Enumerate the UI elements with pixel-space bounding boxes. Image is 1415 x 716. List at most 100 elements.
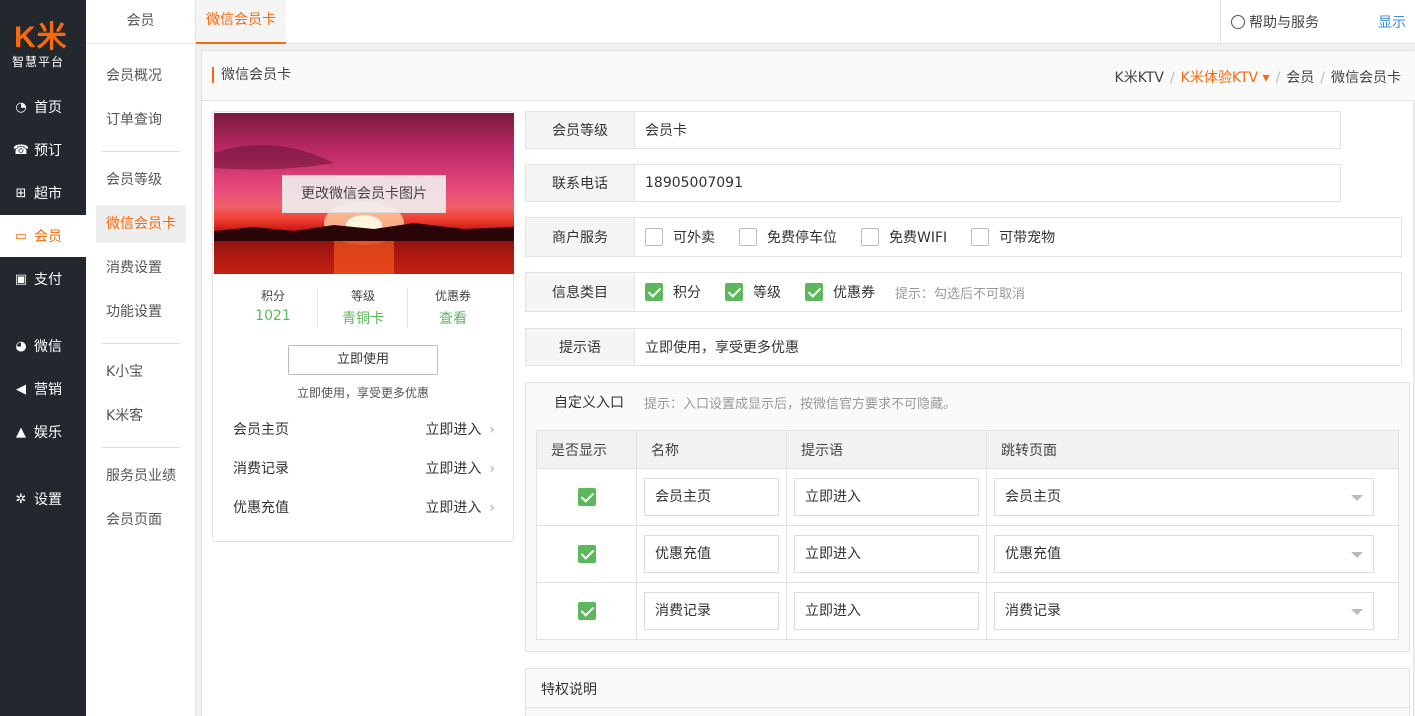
- subnav-item-staff-performance[interactable]: 服务员业绩: [96, 457, 186, 495]
- stat-label: 优惠券: [434, 289, 471, 303]
- change-card-image-button[interactable]: 更改微信会员卡图片: [282, 175, 446, 213]
- checkbox-label: 优惠券: [833, 285, 875, 301]
- stat-coupons[interactable]: 优惠券 查看: [408, 288, 498, 328]
- nav-label: 微信: [34, 339, 62, 355]
- select-value: 会员主页: [1005, 489, 1061, 505]
- phone-icon: ☎: [12, 142, 30, 158]
- nav-item-pay[interactable]: ▣ 支付: [0, 258, 86, 300]
- entry-name-input[interactable]: 优惠充值: [644, 535, 779, 573]
- caret-down-icon: ▾: [1262, 70, 1270, 86]
- use-now-button[interactable]: 立即使用: [288, 345, 438, 375]
- info-coupons[interactable]: 优惠券: [805, 282, 875, 302]
- entry-page-select[interactable]: 消费记录: [994, 592, 1374, 630]
- display-link[interactable]: 显示: [1378, 12, 1406, 32]
- subnav-item-kxiaobao[interactable]: K小宝: [96, 353, 186, 391]
- nav-item-member[interactable]: ▭ 会员: [0, 215, 86, 257]
- checkbox-checked[interactable]: [645, 283, 663, 301]
- subnav-header[interactable]: 会员: [86, 0, 195, 44]
- breadcrumb-item[interactable]: K米KTV: [1115, 70, 1164, 86]
- table-row: 消费记录 立即进入 消费记录: [536, 582, 1399, 640]
- checkbox[interactable]: [739, 228, 757, 246]
- nav-item-marketing[interactable]: ◀ 营销: [0, 368, 86, 410]
- checkbox-label: 等级: [753, 285, 781, 301]
- info-options: 积分 等级 优惠券 提示：勾选后不可取消: [635, 273, 1401, 311]
- card-link-recharge[interactable]: 优惠充值 立即进入 ›: [233, 492, 495, 522]
- entry-name-input[interactable]: 会员主页: [644, 478, 779, 516]
- card-link-label: 优惠充值: [233, 500, 289, 516]
- show-cell: [536, 582, 637, 640]
- checkbox[interactable]: [971, 228, 990, 246]
- breadcrumb-item[interactable]: 会员: [1286, 70, 1314, 86]
- subnav-item-features[interactable]: 功能设置: [96, 293, 186, 331]
- stat-level: 等级 青铜卡: [318, 288, 408, 328]
- subnav-item-levels[interactable]: 会员等级: [96, 161, 186, 199]
- entry-tip-input[interactable]: 立即进入: [794, 535, 979, 573]
- help-button[interactable]: 帮助与服务: [1220, 0, 1375, 44]
- subnav-item-kmike[interactable]: K米客: [96, 397, 186, 435]
- nav-label: 娱乐: [34, 425, 62, 441]
- show-checkbox[interactable]: [577, 545, 596, 563]
- subnav-item-overview[interactable]: 会员概况: [96, 57, 186, 95]
- card-preview: 更改微信会员卡图片 积分 1021 等级 青铜卡 优惠券查看 立即使用 立即使用，享…: [212, 111, 514, 542]
- nav-item-market[interactable]: ⊞ 超市: [0, 172, 86, 214]
- divider: [526, 707, 1411, 708]
- subnav-item-orders[interactable]: 订单查询: [96, 101, 186, 139]
- service-parking[interactable]: 免费停车位: [739, 227, 837, 247]
- card-cover-image: 更改微信会员卡图片: [214, 113, 514, 274]
- card-link-consumption[interactable]: 消费记录 立即进入 ›: [233, 453, 495, 483]
- member-level-field[interactable]: 会员卡: [635, 112, 1340, 148]
- breadcrumb-item: K米体验KTV: [1180, 70, 1259, 86]
- nav-item-entertainment[interactable]: ▲ 娱乐: [0, 411, 86, 453]
- checkbox-checked[interactable]: [725, 283, 743, 301]
- breadcrumb-store-dropdown[interactable]: K米体验KTV ▾: [1181, 70, 1270, 86]
- info-points[interactable]: 积分: [645, 282, 701, 302]
- entry-tip-input[interactable]: 立即进入: [794, 478, 979, 516]
- entry-name-input[interactable]: 消费记录: [644, 592, 779, 630]
- phone-field[interactable]: 18905007091: [635, 165, 1340, 201]
- subnav-item-wechat-card[interactable]: 微信会员卡: [96, 205, 186, 243]
- lock-icon: ▲: [16, 424, 26, 440]
- row-phone: 联系电话 18905007091: [525, 164, 1341, 202]
- checkbox[interactable]: [645, 228, 663, 246]
- row-tip: 提示语 立即使用，享受更多优惠: [525, 328, 1402, 366]
- field-label: 商户服务: [526, 218, 635, 256]
- nav-item-booking[interactable]: ☎ 预订: [0, 129, 86, 171]
- tip-cell: 立即进入: [786, 582, 987, 640]
- show-checkbox[interactable]: [577, 488, 596, 506]
- info-level[interactable]: 等级: [725, 282, 781, 302]
- stat-value[interactable]: 查看: [408, 308, 498, 328]
- table-row: 优惠充值 立即进入 优惠充值: [536, 525, 1399, 583]
- entry-page-select[interactable]: 优惠充值: [994, 535, 1374, 573]
- tip-field[interactable]: 立即使用，享受更多优惠: [635, 329, 1401, 365]
- service-delivery[interactable]: 可外卖: [645, 227, 715, 247]
- subnav-item-member-page[interactable]: 会员页面: [96, 501, 186, 539]
- show-checkbox[interactable]: [577, 602, 596, 620]
- card-link-label: 会员主页: [233, 422, 289, 438]
- stat-points: 积分 1021: [228, 288, 318, 324]
- logo-subtitle: 智慧平台: [12, 55, 65, 69]
- entry-tip-input[interactable]: 立即进入: [794, 592, 979, 630]
- checkbox-label: 可外卖: [673, 230, 715, 246]
- nav-label: 设置: [34, 492, 62, 508]
- nav-item-wechat[interactable]: ◕ 微信: [0, 325, 86, 367]
- divider: [102, 343, 180, 344]
- checkbox-checked[interactable]: [805, 283, 823, 301]
- privilege-panel: 特权说明: [525, 668, 1411, 716]
- money-icon: ▣: [14, 271, 28, 287]
- chevron-right-icon: ›: [489, 500, 495, 516]
- tip-cell: 立即进入: [786, 525, 987, 583]
- custom-entry-header: 自定义入口 提示：入口设置成显示后，按微信官方要求不可隐藏。: [526, 383, 1409, 421]
- subnav-item-consumption[interactable]: 消费设置: [96, 249, 186, 287]
- checkbox[interactable]: [861, 228, 879, 246]
- nav-item-settings[interactable]: ✲ 设置: [0, 478, 86, 520]
- card-link-member-home[interactable]: 会员主页 立即进入 ›: [233, 414, 495, 444]
- select-value: 消费记录: [1005, 603, 1061, 619]
- dashboard-icon: ◔: [15, 99, 27, 115]
- service-wifi[interactable]: 免费WIFI: [861, 227, 947, 247]
- use-hint: 立即使用，享受更多优惠: [296, 386, 429, 400]
- entry-page-select[interactable]: 会员主页: [994, 478, 1374, 516]
- nav-item-home[interactable]: ◔ 首页: [0, 86, 86, 128]
- tab-wechat-card[interactable]: 微信会员卡: [196, 0, 286, 44]
- service-pets[interactable]: 可带宠物: [971, 227, 1055, 247]
- main-sidebar: K米 智慧平台 ◔ 首页 ☎ 预订 ⊞ 超市 ▭ 会员 ▣ 支付 ◕ 微信 ◀ 营销 ▲ 娱乐 …: [0, 0, 86, 716]
